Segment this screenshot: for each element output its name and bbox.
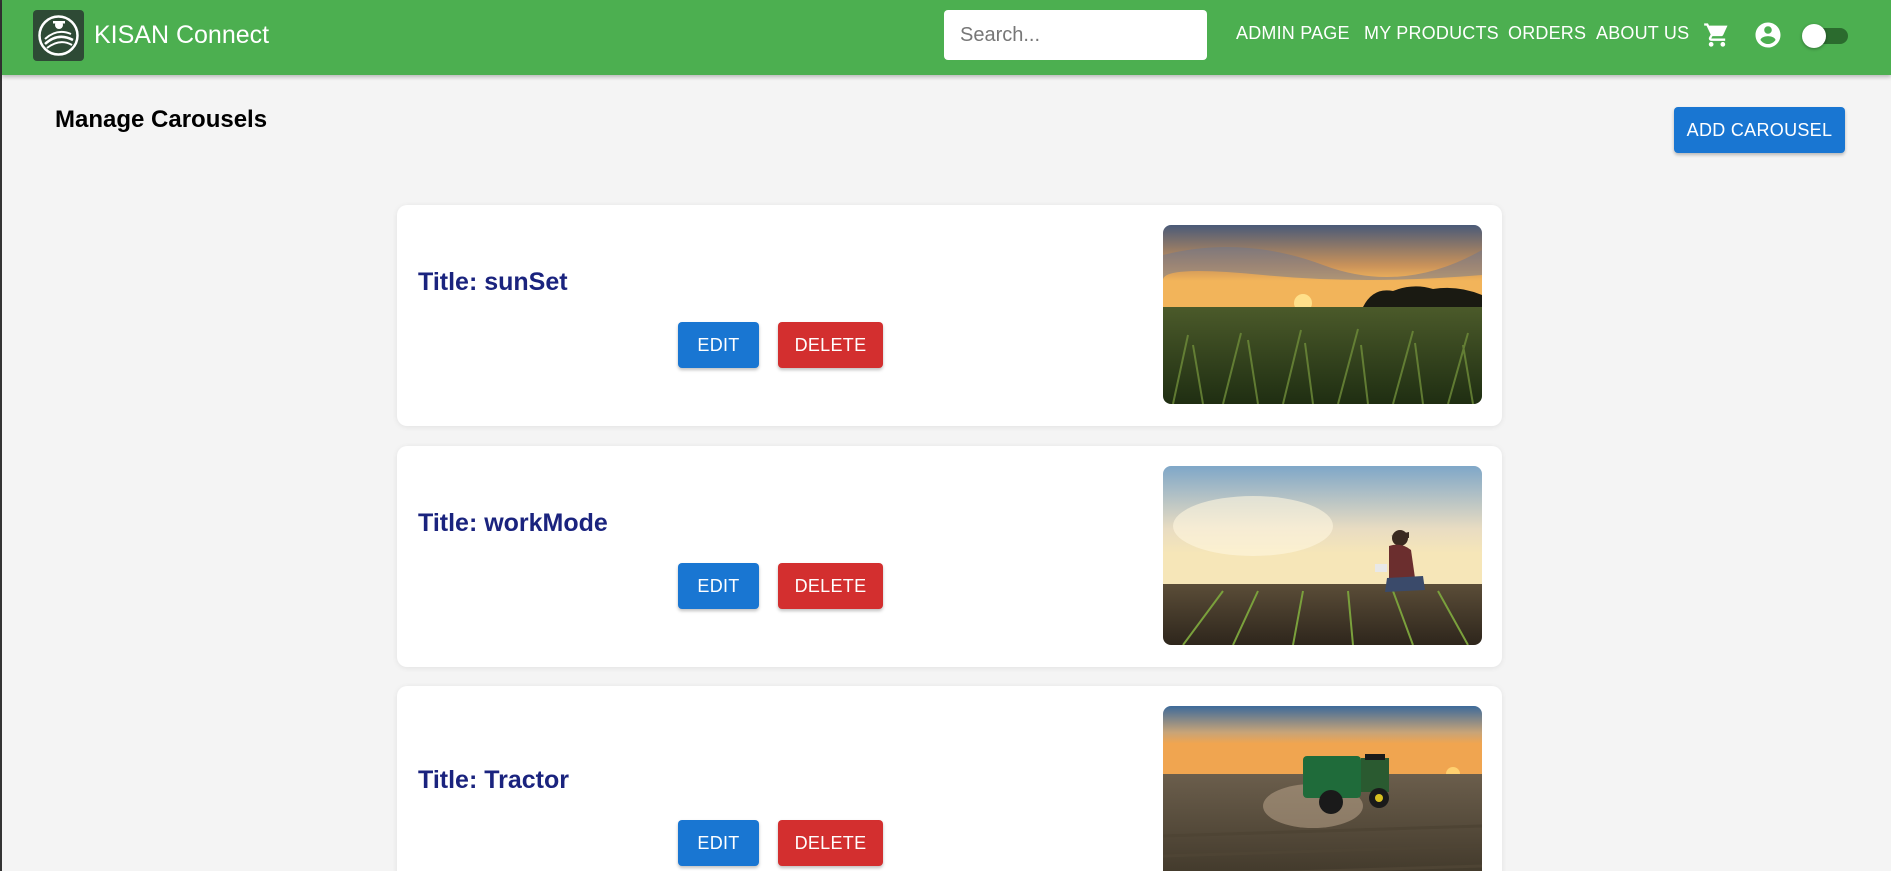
farmer-field-image	[1163, 466, 1482, 645]
app-bar: KISAN Connect ADMIN PAGE MY PRODUCTS ORD…	[2, 0, 1891, 75]
theme-toggle[interactable]	[1802, 24, 1850, 48]
nav-admin-page[interactable]: ADMIN PAGE	[1236, 23, 1350, 44]
edit-button[interactable]: EDIT	[678, 322, 759, 368]
nav-orders[interactable]: ORDERS	[1508, 23, 1586, 44]
carousel-title: Title: sunSet	[418, 268, 568, 296]
add-carousel-button[interactable]: ADD CAROUSEL	[1674, 107, 1845, 153]
page-title: Manage Carousels	[55, 106, 268, 133]
carousel-card: Title: Tractor EDIT DELETE	[397, 686, 1502, 871]
tractor-field-image	[1163, 706, 1482, 871]
carousel-card: Title: sunSet EDIT DELETE	[397, 205, 1502, 426]
cart-icon[interactable]	[1702, 20, 1732, 50]
brand-logo[interactable]	[33, 10, 84, 61]
carousel-title: Title: Tractor	[418, 766, 569, 794]
toggle-thumb	[1802, 24, 1826, 48]
edit-button[interactable]: EDIT	[678, 820, 759, 866]
brand-name[interactable]: KISAN Connect	[94, 21, 269, 50]
carousel-title: Title: workMode	[418, 509, 608, 537]
nav-about-us[interactable]: ABOUT US	[1596, 23, 1689, 44]
delete-button[interactable]: DELETE	[778, 322, 883, 368]
edit-button[interactable]: EDIT	[678, 563, 759, 609]
account-circle-icon[interactable]	[1753, 20, 1783, 50]
carousel-card: Title: workMode EDIT DELETE	[397, 446, 1502, 667]
delete-button[interactable]: DELETE	[778, 563, 883, 609]
nav-my-products[interactable]: MY PRODUCTS	[1364, 23, 1499, 44]
delete-button[interactable]: DELETE	[778, 820, 883, 866]
sunset-cornfield-image	[1163, 225, 1482, 404]
search-input[interactable]	[944, 10, 1207, 60]
